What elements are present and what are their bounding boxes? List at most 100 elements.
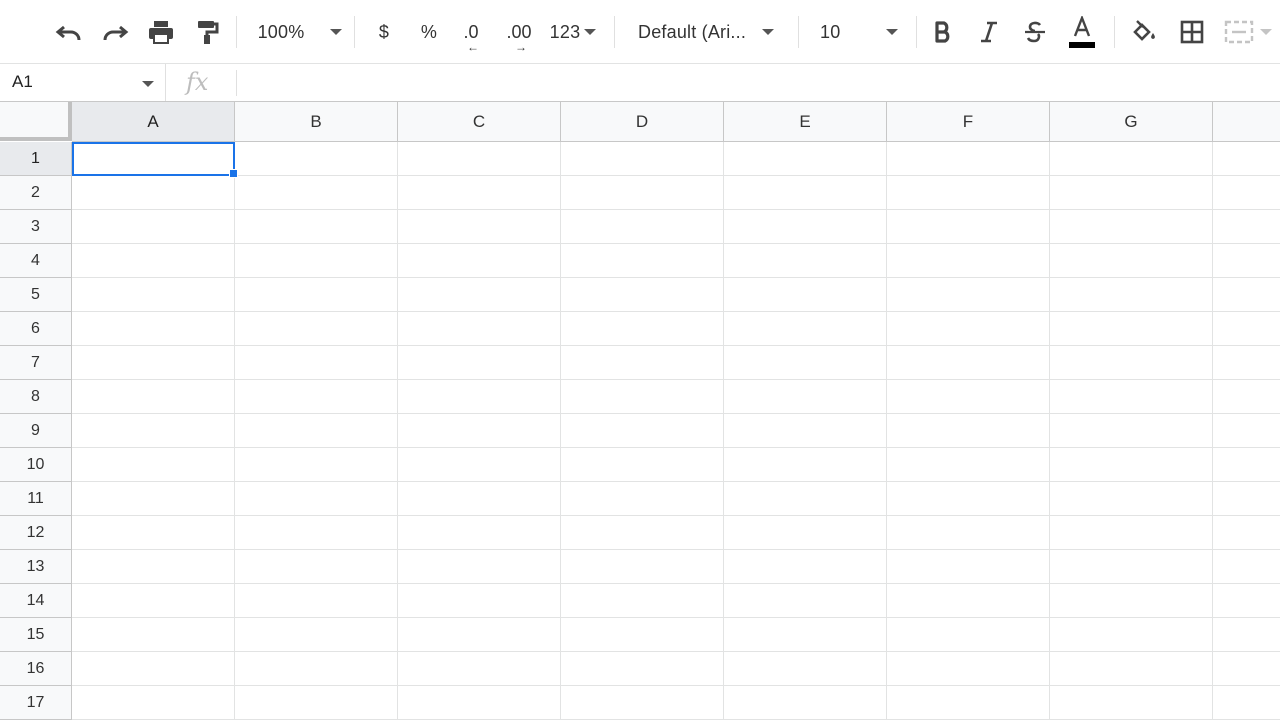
cell[interactable] [1213, 346, 1280, 380]
column-header[interactable]: D [561, 102, 724, 142]
cell[interactable] [1050, 176, 1213, 210]
cell[interactable] [398, 176, 561, 210]
number-format-select[interactable]: 123 [546, 14, 600, 50]
cell[interactable] [561, 312, 724, 346]
redo-button[interactable] [98, 14, 132, 50]
cell[interactable] [887, 380, 1050, 414]
merge-cells-button[interactable] [1224, 14, 1280, 50]
cell[interactable] [724, 346, 887, 380]
cell[interactable] [1213, 380, 1280, 414]
row-header[interactable]: 14 [0, 584, 72, 618]
cell[interactable] [235, 380, 398, 414]
cell[interactable] [1213, 652, 1280, 686]
cell[interactable] [724, 516, 887, 550]
cell[interactable] [235, 618, 398, 652]
cell[interactable] [1050, 414, 1213, 448]
cell[interactable] [398, 414, 561, 448]
cell[interactable] [561, 278, 724, 312]
cell[interactable] [235, 346, 398, 380]
cell[interactable] [398, 312, 561, 346]
cell[interactable] [398, 210, 561, 244]
cell[interactable] [72, 244, 235, 278]
cell[interactable] [724, 278, 887, 312]
row-header[interactable]: 8 [0, 380, 72, 414]
font-size-select[interactable]: 10 [812, 14, 906, 50]
cell[interactable] [1213, 686, 1280, 720]
cell[interactable] [561, 176, 724, 210]
font-family-select[interactable]: Default (Ari... [630, 14, 786, 50]
text-color-button[interactable] [1062, 14, 1102, 50]
undo-button[interactable] [52, 14, 86, 50]
cell[interactable] [724, 380, 887, 414]
cell[interactable] [724, 210, 887, 244]
increase-decimal-button[interactable]: .00 → [500, 14, 538, 53]
decrease-decimal-button[interactable]: .0 ← [455, 14, 487, 53]
cell[interactable] [235, 652, 398, 686]
cell[interactable] [72, 652, 235, 686]
row-header[interactable]: 17 [0, 686, 72, 720]
cell[interactable] [1050, 210, 1213, 244]
column-header[interactable]: C [398, 102, 561, 142]
cell[interactable] [1213, 142, 1280, 176]
cell[interactable] [1050, 142, 1213, 176]
cell[interactable] [1050, 618, 1213, 652]
cell[interactable] [72, 516, 235, 550]
row-header[interactable]: 12 [0, 516, 72, 550]
cell[interactable] [72, 686, 235, 720]
cell[interactable] [72, 346, 235, 380]
cell[interactable] [1050, 550, 1213, 584]
italic-button[interactable] [974, 14, 1004, 50]
cell[interactable] [235, 516, 398, 550]
cell[interactable] [235, 176, 398, 210]
borders-button[interactable] [1176, 14, 1208, 50]
cell[interactable] [1050, 244, 1213, 278]
cell[interactable] [724, 176, 887, 210]
cell[interactable] [561, 448, 724, 482]
column-header[interactable]: G [1050, 102, 1213, 142]
cell[interactable] [235, 312, 398, 346]
column-header[interactable]: A [72, 102, 235, 142]
cell[interactable] [72, 482, 235, 516]
cell[interactable] [887, 176, 1050, 210]
cell[interactable] [1213, 210, 1280, 244]
cell[interactable] [724, 686, 887, 720]
paint-format-button[interactable] [190, 14, 224, 50]
cell[interactable] [398, 618, 561, 652]
cell[interactable] [398, 516, 561, 550]
cell[interactable] [72, 584, 235, 618]
cell[interactable] [72, 210, 235, 244]
cell[interactable] [887, 482, 1050, 516]
cell[interactable] [235, 210, 398, 244]
cell[interactable] [398, 550, 561, 584]
cell[interactable] [724, 482, 887, 516]
cell[interactable] [72, 618, 235, 652]
row-header[interactable]: 9 [0, 414, 72, 448]
cell[interactable] [887, 686, 1050, 720]
cell[interactable] [561, 652, 724, 686]
cell[interactable] [1213, 482, 1280, 516]
row-header[interactable]: 16 [0, 652, 72, 686]
column-header[interactable] [1213, 102, 1280, 142]
column-header[interactable]: E [724, 102, 887, 142]
row-header[interactable]: 11 [0, 482, 72, 516]
cell[interactable] [398, 380, 561, 414]
cell[interactable] [235, 448, 398, 482]
cell[interactable] [1213, 618, 1280, 652]
column-header[interactable]: B [235, 102, 398, 142]
cell[interactable] [887, 278, 1050, 312]
cell[interactable] [1050, 346, 1213, 380]
cell[interactable] [887, 210, 1050, 244]
cell[interactable] [1050, 482, 1213, 516]
cell[interactable] [724, 448, 887, 482]
currency-format-button[interactable]: $ [370, 14, 398, 50]
cell[interactable] [561, 686, 724, 720]
cell[interactable] [1213, 448, 1280, 482]
cell[interactable] [72, 380, 235, 414]
cell[interactable] [561, 482, 724, 516]
cell[interactable] [887, 618, 1050, 652]
cell[interactable] [235, 244, 398, 278]
cell[interactable] [1213, 176, 1280, 210]
cell[interactable] [1213, 312, 1280, 346]
cell[interactable] [398, 142, 561, 176]
cell[interactable] [561, 618, 724, 652]
